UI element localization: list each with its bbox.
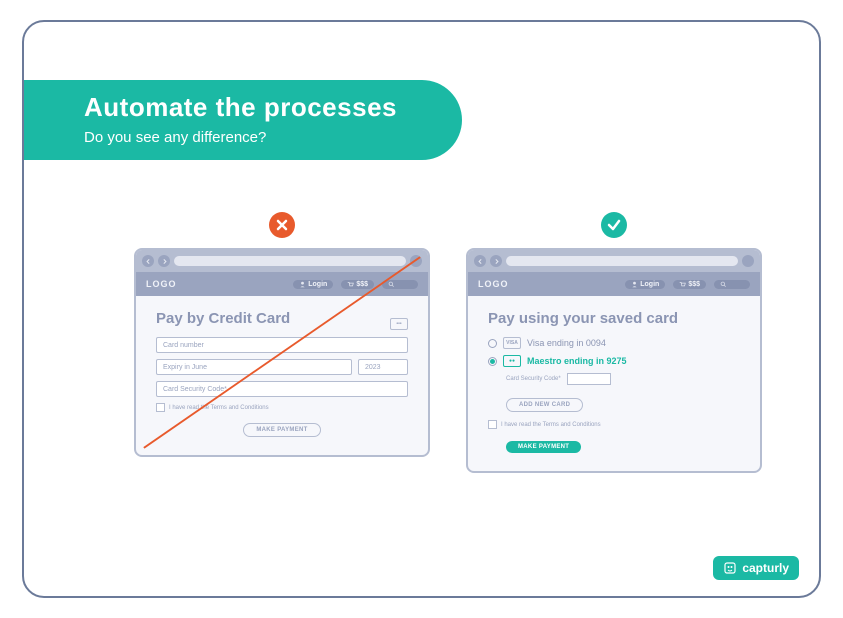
expiry-field[interactable]: Expiry in June bbox=[156, 359, 352, 375]
make-payment-button[interactable]: MAKE PAYMENT bbox=[506, 441, 581, 453]
card-number-field[interactable]: Card number bbox=[156, 337, 408, 353]
brand-badge: capturly bbox=[713, 556, 799, 580]
search-chip bbox=[714, 280, 750, 289]
saved-card-row-1[interactable]: VISA Visa ending in 0094 bbox=[488, 337, 740, 349]
site-header: LOGO Login $$$ bbox=[468, 272, 760, 296]
radio-unchecked[interactable] bbox=[488, 339, 497, 348]
saved-card-1-label: Visa ending in 0094 bbox=[527, 338, 606, 348]
site-logo: LOGO bbox=[478, 279, 509, 289]
cart-chip: $$$ bbox=[673, 280, 706, 289]
bad-pay-title: Pay by Credit Card bbox=[156, 310, 290, 327]
slide-frame: Automate the processes Do you see any di… bbox=[22, 20, 821, 598]
login-chip: Login bbox=[293, 280, 333, 289]
cart-chip: $$$ bbox=[341, 280, 374, 289]
card-brand-icon: ••• bbox=[390, 318, 408, 330]
add-new-card-button[interactable]: ADD NEW CARD bbox=[506, 398, 583, 412]
nav-back-icon bbox=[474, 255, 486, 267]
panels-container: LOGO Login $$$ Pay by Credit Card ••• Ca… bbox=[134, 212, 762, 473]
site-logo: LOGO bbox=[146, 279, 177, 289]
security-code-input[interactable] bbox=[567, 373, 611, 385]
visa-icon: VISA bbox=[503, 337, 521, 349]
good-column: LOGO Login $$$ Pay using your saved card… bbox=[466, 212, 762, 473]
bad-browser-mock: LOGO Login $$$ Pay by Credit Card ••• Ca… bbox=[134, 248, 430, 457]
bad-content: Pay by Credit Card ••• Card number Expir… bbox=[136, 296, 428, 455]
nav-forward-icon bbox=[158, 255, 170, 267]
terms-text: I have read the Terms and Conditions bbox=[169, 405, 269, 411]
good-content: Pay using your saved card VISA Visa endi… bbox=[468, 296, 760, 471]
header-pill: Automate the processes Do you see any di… bbox=[24, 80, 462, 160]
nav-back-icon bbox=[142, 255, 154, 267]
good-pay-title: Pay using your saved card bbox=[488, 310, 740, 327]
site-header: LOGO Login $$$ bbox=[136, 272, 428, 296]
nav-forward-icon bbox=[490, 255, 502, 267]
close-icon bbox=[410, 255, 422, 267]
owl-icon bbox=[723, 561, 737, 575]
good-browser-mock: LOGO Login $$$ Pay using your saved card… bbox=[466, 248, 762, 473]
header-title: Automate the processes bbox=[84, 92, 434, 123]
security-code-label: Card Security Code* bbox=[506, 376, 561, 382]
make-payment-button[interactable]: MAKE PAYMENT bbox=[243, 423, 320, 437]
address-bar bbox=[506, 256, 738, 266]
saved-card-row-2[interactable]: ●● Maestro ending in 9275 bbox=[488, 355, 740, 367]
browser-chrome bbox=[468, 250, 760, 272]
security-code-field[interactable]: Card Security Code* bbox=[156, 381, 408, 397]
year-field[interactable]: 2023 bbox=[358, 359, 408, 375]
address-bar bbox=[174, 256, 406, 266]
header-subtitle: Do you see any difference? bbox=[84, 129, 434, 146]
browser-chrome bbox=[136, 250, 428, 272]
bad-column: LOGO Login $$$ Pay by Credit Card ••• Ca… bbox=[134, 212, 430, 473]
search-chip bbox=[382, 280, 418, 289]
terms-text: I have read the Terms and Conditions bbox=[501, 422, 601, 428]
terms-checkbox[interactable] bbox=[488, 420, 497, 429]
cross-icon bbox=[269, 212, 295, 238]
saved-card-2-label: Maestro ending in 9275 bbox=[527, 356, 627, 366]
radio-checked[interactable] bbox=[488, 357, 497, 366]
login-chip: Login bbox=[625, 280, 665, 289]
terms-checkbox[interactable] bbox=[156, 403, 165, 412]
close-icon bbox=[742, 255, 754, 267]
brand-text: capturly bbox=[742, 561, 789, 575]
maestro-icon: ●● bbox=[503, 355, 521, 367]
check-icon bbox=[601, 212, 627, 238]
